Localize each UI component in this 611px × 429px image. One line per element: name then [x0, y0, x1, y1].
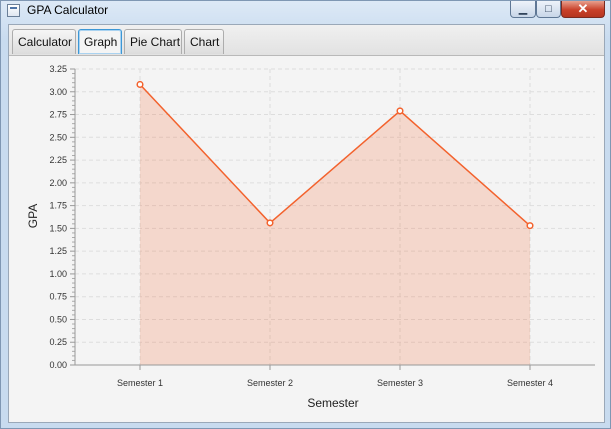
- maximize-button[interactable]: □: [536, 1, 561, 18]
- series-area-fill: [140, 84, 530, 365]
- tab-pie-chart[interactable]: Pie Chart: [124, 29, 182, 54]
- x-tick-label: Semester 3: [377, 378, 423, 388]
- x-tick-label: Semester 2: [247, 378, 293, 388]
- tab-pane: Calculator Graph Pie Chart Chart 0.00 0.2…: [8, 24, 605, 423]
- tab-chart[interactable]: Chart: [184, 29, 224, 54]
- y-tick-label: 1.00: [49, 269, 67, 279]
- y-tick-label: 1.25: [49, 246, 67, 256]
- minimize-button[interactable]: ▁: [510, 1, 536, 18]
- y-tick-label: 1.50: [49, 223, 67, 233]
- x-axis-title: Semester: [307, 396, 358, 410]
- data-point: [396, 107, 404, 115]
- close-button[interactable]: ✕: [561, 1, 605, 18]
- gpa-area-chart: 0.00 0.25 0.50 0.75 1.00 1.25 1.50 1.75 2.00 2.25…: [26, 64, 595, 410]
- data-point: [136, 80, 144, 89]
- tab-calculator[interactable]: Calculator: [12, 29, 76, 54]
- app-window: GPA Calculator ▁ □ ✕ Calculator Graph Pi…: [0, 0, 611, 429]
- y-tick-label: 2.25: [49, 155, 67, 165]
- y-tick-label: 2.00: [49, 178, 67, 188]
- title-bar[interactable]: GPA Calculator ▁ □ ✕: [1, 1, 610, 23]
- chart-area-layer: [139, 83, 531, 365]
- y-tick-label: 0.00: [49, 360, 67, 370]
- x-tick-label: Semester 1: [117, 378, 163, 388]
- data-point: [266, 219, 274, 227]
- tab-bar: Calculator Graph Pie Chart Chart: [9, 25, 604, 56]
- tab-graph[interactable]: Graph: [78, 29, 122, 54]
- y-tick-label: 0.75: [49, 292, 67, 302]
- y-tick-label: 0.25: [49, 337, 67, 347]
- y-tick-label: 1.75: [49, 201, 67, 211]
- y-tick-label: 3.00: [49, 87, 67, 97]
- app-window-icon: [7, 4, 20, 17]
- data-point: [526, 222, 534, 230]
- y-tick-label: 2.50: [49, 132, 67, 142]
- y-tick-label: 2.75: [49, 110, 67, 120]
- y-axis-title: GPA: [26, 204, 40, 228]
- y-tick-label: 3.25: [49, 64, 67, 74]
- y-tick-label: 0.50: [49, 314, 67, 324]
- window-title: GPA Calculator: [27, 3, 109, 17]
- x-tick-label: Semester 4: [507, 378, 553, 388]
